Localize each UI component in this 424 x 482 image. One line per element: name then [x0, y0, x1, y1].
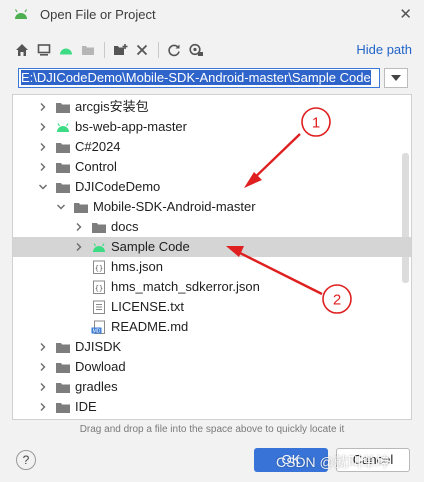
tree-row[interactable]: {} hms_match_sdkerror.json	[13, 277, 411, 297]
chevron-down-icon[interactable]	[37, 181, 49, 193]
tree-row[interactable]: IDE	[13, 397, 411, 417]
tree-row[interactable]: C#2024	[13, 137, 411, 157]
tree-row[interactable]: LICENSE.txt	[13, 297, 411, 317]
folder-icon	[56, 403, 70, 413]
text-file-icon	[93, 300, 105, 314]
tree-row[interactable]: DJICodeDemo	[13, 177, 411, 197]
hide-path-link[interactable]: Hide path	[356, 42, 412, 57]
delete-icon[interactable]	[132, 40, 152, 60]
tree-row-label: arcgis安装包	[75, 99, 149, 114]
tree-row[interactable]: arcgis安装包	[13, 97, 411, 117]
help-button[interactable]: ?	[16, 450, 36, 470]
tree-row-label: Sample Code	[111, 239, 190, 254]
project-icon[interactable]	[56, 40, 76, 60]
chevron-right-icon[interactable]	[37, 401, 49, 413]
json-file-icon: {}	[93, 260, 105, 274]
tree-row-label: Mobile-SDK-Android-master	[93, 199, 256, 214]
chevron-down-icon	[391, 75, 401, 81]
drag-drop-hint: Drag and drop a file into the space abov…	[79, 424, 345, 435]
path-history-dropdown[interactable]	[384, 68, 408, 88]
tree-row-label: bs-web-app-master	[75, 119, 187, 134]
close-icon[interactable]: ✕	[399, 7, 412, 22]
chevron-right-icon[interactable]	[37, 381, 49, 393]
tree-row-label: DJICodeDemo	[75, 179, 161, 194]
chevron-right-icon[interactable]	[37, 361, 49, 373]
json-file-icon: {}	[93, 280, 105, 294]
folder-icon	[56, 163, 70, 173]
svg-text:MD: MD	[93, 329, 101, 335]
svg-text:{}: {}	[95, 285, 103, 293]
path-value: E:\DJICodeDemo\Mobile-SDK-Android-master…	[21, 70, 371, 85]
tree-row-label: README.md	[111, 319, 189, 334]
title-bar: Open File or Project ✕	[0, 0, 424, 30]
tree-row[interactable]: MD README.md	[13, 317, 411, 337]
module-icon[interactable]	[78, 40, 98, 60]
desktop-icon[interactable]	[34, 40, 54, 60]
tree-row-label: docs	[111, 219, 139, 234]
markdown-file-icon: MD	[91, 320, 105, 335]
android-module-icon	[93, 243, 105, 252]
tree-row[interactable]: Control	[13, 157, 411, 177]
folder-icon	[56, 103, 70, 113]
path-row: E:\DJICodeDemo\Mobile-SDK-Android-master…	[18, 68, 410, 90]
chevron-right-icon[interactable]	[37, 141, 49, 153]
chevron-right-icon[interactable]	[37, 101, 49, 113]
refresh-icon[interactable]	[164, 40, 184, 60]
folder-icon	[92, 223, 106, 233]
tree-row[interactable]: Sample Code	[13, 237, 411, 257]
android-module-icon	[57, 123, 69, 132]
folder-icon	[56, 363, 70, 373]
tree-row[interactable]: Mobile-SDK-Android-master	[13, 197, 411, 217]
toolbar: Hide path	[12, 40, 412, 60]
chevron-right-icon[interactable]	[37, 161, 49, 173]
file-tree[interactable]: arcgis安装包 bs-web-app-master C#2024 Control D…	[12, 94, 412, 420]
svg-text:{}: {}	[95, 265, 103, 273]
tree-row[interactable]: DJISDK	[13, 337, 411, 357]
show-hidden-icon[interactable]	[186, 40, 206, 60]
tree-row-label: IDE	[75, 399, 97, 414]
folder-icon	[56, 143, 70, 153]
chevron-down-icon[interactable]	[55, 201, 67, 213]
csdn-watermark: CSDN @就叫单坤	[276, 454, 390, 470]
tree-row-label: LICENSE.txt	[111, 299, 184, 314]
tree-row-label: C#2024	[75, 139, 121, 154]
tree-row[interactable]: docs	[13, 217, 411, 237]
path-input[interactable]: E:\DJICodeDemo\Mobile-SDK-Android-master…	[18, 68, 380, 88]
chevron-right-icon[interactable]	[73, 221, 85, 233]
new-folder-icon[interactable]	[110, 40, 130, 60]
chevron-right-icon[interactable]	[73, 241, 85, 253]
folder-icon	[56, 183, 70, 193]
tree-row[interactable]: gradles	[13, 377, 411, 397]
folder-icon	[74, 203, 88, 213]
window-title: Open File or Project	[40, 7, 156, 22]
chevron-right-icon[interactable]	[37, 121, 49, 133]
folder-icon	[56, 343, 70, 353]
folder-icon	[56, 383, 70, 393]
tree-row[interactable]: Dowload	[13, 357, 411, 377]
chevron-right-icon[interactable]	[37, 341, 49, 353]
tree-row-label: Dowload	[75, 359, 126, 374]
tree-row-label: gradles	[75, 379, 118, 394]
tree-row-label: hms.json	[111, 259, 164, 274]
tree-row-label: DJISDK	[75, 339, 122, 354]
tree-row[interactable]: bs-web-app-master	[13, 117, 411, 137]
home-icon[interactable]	[12, 40, 32, 60]
tree-row[interactable]: {} hms.json	[13, 257, 411, 277]
tree-row-label: hms_match_sdkerror.json	[111, 279, 260, 294]
android-app-icon	[14, 9, 28, 19]
tree-row-label: Control	[75, 159, 117, 174]
